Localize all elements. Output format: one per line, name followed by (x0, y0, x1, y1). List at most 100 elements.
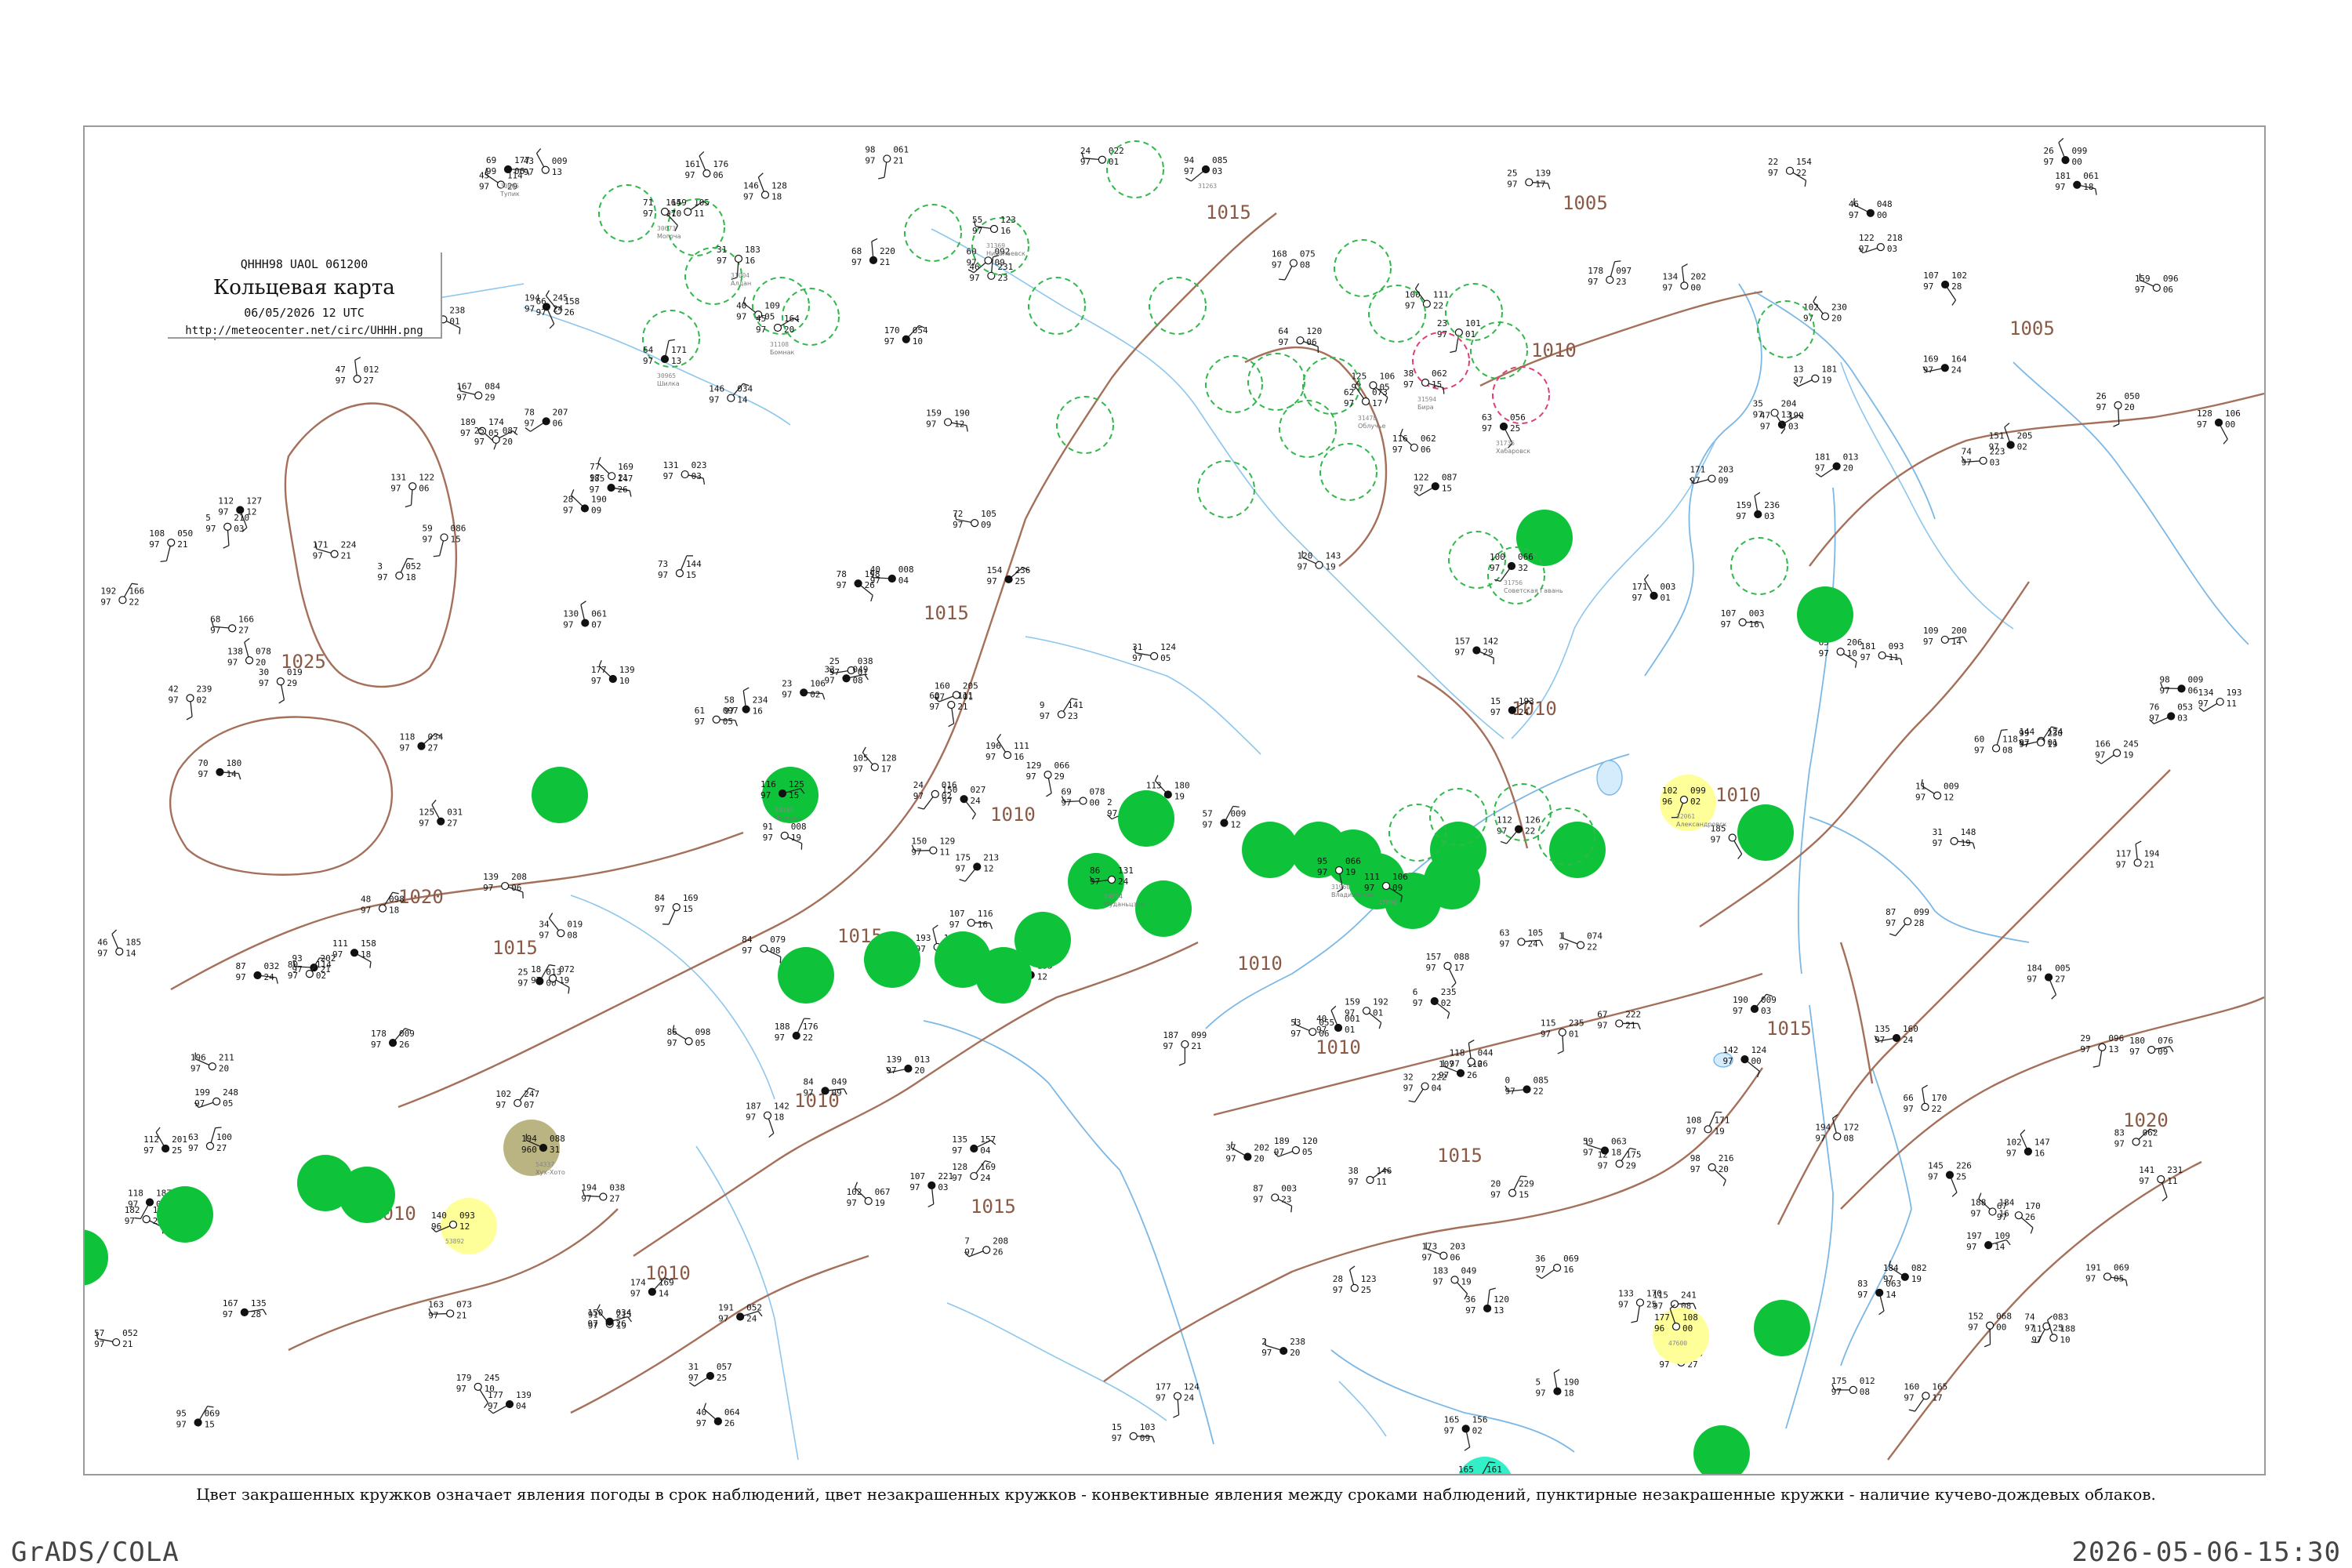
pressure-tendency: 03 (1887, 244, 1897, 254)
dewpoint: 97 (987, 576, 997, 586)
cloud-cover-symbol (1279, 1346, 1288, 1356)
station-plot: 118 044 97 26 (1450, 1040, 1494, 1069)
cloud-cover-symbol (773, 323, 782, 332)
temperature: 100 (1490, 552, 1505, 562)
pressure-tendency: 08 (1843, 1134, 1853, 1144)
weather-phenomenon-circle (1754, 1300, 1810, 1356)
pressure: 143 (1326, 551, 1341, 561)
pressure: 210 (234, 513, 249, 523)
pressure: 156 (1472, 1414, 1488, 1425)
cloud-cover-symbol (1892, 1033, 1901, 1043)
station-plot: 102 247 97 07 (495, 1087, 539, 1110)
wind-barb-feather (354, 357, 361, 361)
pressure-tendency: 01 (1569, 1029, 1579, 1040)
dewpoint: 97 (1597, 1020, 1607, 1030)
pressure-tendency: 12 (1944, 793, 1954, 803)
pressure-tendency: 19 (791, 833, 801, 843)
station-plot: 157 088 97 17 (1425, 952, 1469, 988)
pressure-tendency: 24 (1951, 365, 1962, 375)
dewpoint: 97 (419, 818, 429, 829)
pressure: 105 (1527, 927, 1543, 938)
pressure: 148 (1961, 827, 1976, 837)
pressure-tendency: 00 (1690, 282, 1700, 292)
isobar-label: 1005 (1563, 192, 1608, 214)
pressure-tendency: 00 (2225, 419, 2235, 430)
dewpoint: 97 (1583, 1148, 1593, 1158)
pressure-tendency: 14 (1951, 637, 1962, 647)
dewpoint: 97 (1261, 1348, 1272, 1358)
pressure: 194 (2144, 848, 2160, 858)
cloud-cover-symbol (253, 971, 262, 980)
station-plot: 95 069 97 15 (176, 1406, 220, 1429)
dewpoint: 97 (2116, 859, 2126, 869)
station-plot: 40 064 97 26 (696, 1403, 740, 1428)
wind-barb-feather (549, 964, 556, 967)
temperature: 38 (1348, 1166, 1359, 1176)
wind-barb-feather (493, 443, 497, 450)
temperature: 84 (804, 1076, 815, 1087)
pressure: 157 (980, 1134, 996, 1145)
wind-barb-feather (2092, 1065, 2100, 1068)
dewpoint: 97 (1333, 1285, 1343, 1295)
pressure-tendency: 06 (514, 166, 524, 176)
pressure: 003 (1749, 608, 1765, 619)
pressure-tendency: 21 (1191, 1041, 1201, 1051)
pressure-tendency: 20 (1254, 1154, 1264, 1164)
pressure-tendency: 21 (618, 473, 628, 483)
temperature: 40 (696, 1407, 706, 1417)
dewpoint: 96 (1662, 797, 1672, 807)
wind-barb-feather (927, 1203, 935, 1208)
cloud-cover-symbol (660, 207, 670, 216)
pressure-tendency: 03 (1990, 458, 2000, 468)
station-plot: 80 114 97 02 (288, 957, 332, 981)
station-plot: 178 009 97 26 (371, 1028, 415, 1050)
wind-barb-feather (431, 800, 437, 805)
wind-barb-feather (699, 151, 705, 157)
temperature: 193 (916, 933, 931, 943)
station-plot: 9 141 97 23 (1040, 698, 1083, 721)
station-plot: 170 054 97 10 (884, 325, 928, 347)
dewpoint: 97 (742, 946, 752, 956)
weather-phenomenon-circle (778, 947, 834, 1004)
station-name: Могоча (657, 233, 681, 240)
pressure-tendency: 25 (1510, 423, 1520, 434)
pressure-tendency: 18 (2083, 182, 2093, 192)
temperature: 57 (1202, 809, 1212, 819)
pressure-tendency: 01 (449, 316, 459, 326)
wind-barb-feather (215, 1127, 222, 1129)
pressure-tendency: 00 (2072, 157, 2082, 167)
temperature: 59 (1583, 1137, 1593, 1147)
pressure: 106 (1392, 872, 1408, 882)
temperature: 25 (1507, 168, 1517, 178)
wind-barb-feather (1414, 283, 1420, 289)
wind-barb-feather (757, 172, 764, 178)
pressure-tendency: 03 (1761, 1006, 1771, 1016)
cloud-cover-symbol (1525, 178, 1534, 187)
dewpoint: 97 (870, 575, 880, 586)
wind-barb-feather (1644, 574, 1650, 580)
wind-barb-feather (862, 746, 866, 753)
station-plot: 131 023 97 03 (663, 460, 707, 485)
wind-barb-feather (1489, 1287, 1496, 1290)
cloud-cover-symbol (842, 674, 851, 683)
pressure: 012 (364, 365, 379, 375)
pressure: 009 (399, 1029, 415, 1039)
pressure: 062 (1421, 434, 1436, 444)
dewpoint: 97 (909, 1182, 920, 1192)
dewpoint: 97 (782, 689, 792, 699)
pressure: 222 (1625, 1009, 1641, 1019)
pressure: 180 (226, 758, 241, 768)
dewpoint: 97 (1849, 210, 1859, 220)
cloud-cover-symbol (1421, 1082, 1429, 1091)
pressure-tendency: 08 (2002, 745, 2013, 755)
pressure: 122 (419, 472, 434, 482)
cloud-cover-symbol (672, 903, 681, 912)
pressure: 160 (1903, 1024, 1918, 1034)
pressure: 220 (880, 246, 895, 256)
pressure-tendency: 04 (1432, 1083, 1443, 1094)
pressure: 050 (177, 528, 193, 539)
pressure-tendency: 02 (1690, 797, 1700, 807)
wind-barb-feather (1539, 939, 1544, 946)
dewpoint: 97 (1403, 1083, 1414, 1094)
cloud-cover-symbol (437, 817, 445, 826)
